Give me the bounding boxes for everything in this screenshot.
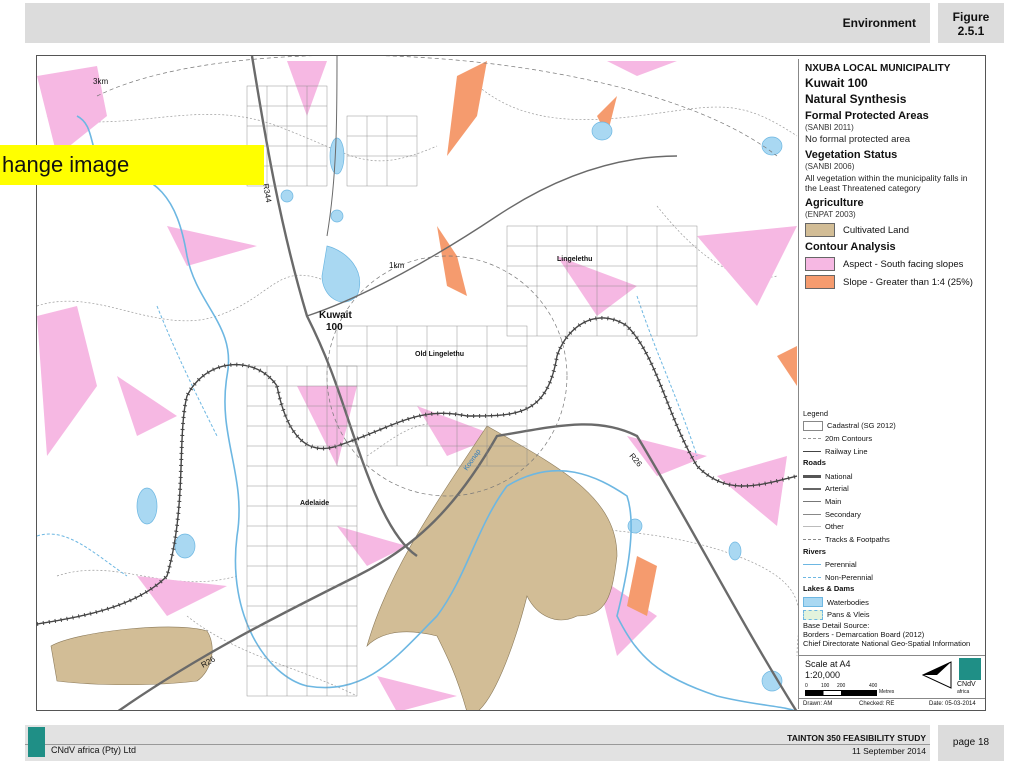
map-date: Date: 05-03-2014 — [929, 701, 976, 707]
figure-number: 2.5.1 — [957, 24, 985, 38]
base-source-line1: Borders - Demarcation Board (2012) — [803, 630, 925, 640]
cadastral-symbol — [803, 420, 823, 431]
legend: Legend Cadastral (SG 2012) 20m Contours … — [803, 407, 983, 648]
formal-protected-source: (SANBI 2011) — [805, 123, 854, 132]
cultivated-land — [50, 425, 618, 710]
cultivated-swatch — [805, 223, 835, 237]
scale-bar — [805, 690, 877, 696]
slope-label: Slope - Greater than 1:4 (25%) — [843, 276, 973, 288]
lakes-heading: Lakes & Dams — [803, 584, 855, 594]
figure-number-box: Figure 2.5.1 — [938, 3, 1004, 43]
footer-divider — [25, 744, 930, 745]
north-arrow-icon — [921, 661, 952, 689]
scale-tick-0: 0 — [805, 683, 808, 689]
footer-date: 11 September 2014 — [851, 746, 926, 756]
header-title: Environment — [842, 16, 916, 30]
legend-aspect: Aspect - South facing slopes — [805, 257, 979, 271]
formal-protected-text: No formal protected area — [805, 134, 911, 145]
scale-tick-200: 200 — [837, 683, 846, 689]
perennial-symbol — [803, 563, 821, 565]
tracks-symbol — [803, 538, 821, 540]
figure-label: Figure — [952, 10, 990, 24]
rivers-heading: Rivers — [803, 546, 826, 556]
map-title: Natural Synthesis — [805, 92, 907, 106]
label-adelaide: Adelaide — [300, 500, 329, 507]
label-kuwait: Kuwait — [319, 310, 352, 321]
scale-heading: Scale at A4 — [805, 659, 851, 669]
arterial-label: Arterial — [825, 484, 849, 494]
legend-title: Legend — [803, 408, 829, 418]
nonperennial-label: Non-Perennial — [825, 572, 873, 582]
agriculture-source: (ENPAT 2003) — [805, 210, 856, 219]
vegetation-heading: Vegetation Status — [805, 149, 898, 161]
cndv-footer-logo-icon — [28, 727, 45, 757]
secondary-label: Secondary — [825, 509, 861, 519]
cultivated-label: Cultivated Land — [843, 224, 910, 236]
scale-tick-100: 100 — [821, 683, 830, 689]
arterial-road-symbol — [803, 487, 821, 490]
change-image-overlay[interactable]: hange image — [0, 145, 264, 185]
main-label: Main — [825, 496, 842, 506]
railway-symbol — [803, 450, 821, 452]
label-kuwait-100: 100 — [326, 322, 343, 333]
waterbodies-label: Waterbodies — [827, 597, 869, 607]
national-label: National — [825, 471, 853, 481]
waterbody-symbol — [803, 597, 823, 608]
roads-heading: Roads — [803, 458, 826, 468]
vegetation-text: All vegetation within the municipality f… — [805, 173, 968, 193]
slope-swatch — [805, 275, 835, 289]
footer-bar — [25, 725, 930, 761]
checked-by: Checked: RE — [859, 701, 895, 707]
main-road-symbol — [803, 500, 821, 502]
map-info-panel: NXUBA LOCAL MUNICIPALITY Kuwait 100 Natu… — [798, 59, 985, 709]
drawn-by: Drawn: AM — [803, 701, 833, 707]
scale-ratio: 1:20,000 — [805, 670, 841, 680]
label-old-lingelethu: Old Lingelethu — [415, 351, 464, 358]
area-name: Kuwait 100 — [805, 76, 868, 90]
agriculture-heading: Agriculture — [805, 197, 864, 209]
footer-page-number: page 18 — [938, 725, 1004, 761]
cndv-logo-sub: africa — [957, 689, 970, 695]
municipality-name: NXUBA LOCAL MUNICIPALITY — [805, 63, 951, 74]
label-3km: 3km — [93, 77, 108, 86]
contour-heading: Contour Analysis — [805, 241, 896, 253]
scale-unit: Metres — [879, 689, 895, 695]
cadastral-label: Cadastral (SG 2012) — [827, 421, 896, 431]
cndv-logo-icon — [959, 658, 981, 680]
formal-protected-heading: Formal Protected Areas — [805, 110, 929, 122]
perennial-label: Perennial — [825, 559, 857, 569]
railway-label: Railway Line — [825, 446, 868, 456]
base-source-heading: Base Detail Source: — [803, 621, 870, 631]
secondary-road-symbol — [803, 513, 821, 515]
pans-label: Pans & Vleis — [827, 610, 870, 620]
vegetation-source: (SANBI 2006) — [805, 162, 855, 171]
national-road-symbol — [803, 474, 821, 478]
base-source-line2: Chief Directorate National Geo-Spatial I… — [803, 639, 971, 649]
other-road-symbol — [803, 526, 821, 528]
label-1km: 1km — [389, 261, 404, 270]
contours-label: 20m Contours — [825, 433, 873, 443]
header-bar: Environment — [25, 3, 930, 43]
aspect-label: Aspect - South facing slopes — [843, 258, 964, 270]
scale-tick-400: 400 — [869, 683, 878, 689]
label-lingelethu: Lingelethu — [557, 256, 592, 263]
cndv-logo-text: CNdV — [957, 681, 976, 688]
legend-cultivated: Cultivated Land — [805, 223, 979, 237]
scale-box: Scale at A4 1:20,000 0 100 200 400 Metre… — [799, 655, 985, 710]
aspect-swatch — [805, 257, 835, 271]
other-label: Other — [825, 522, 844, 532]
pans-symbol — [803, 609, 823, 620]
legend-slope: Slope - Greater than 1:4 (25%) — [805, 275, 979, 289]
footer-study-title: TAINTON 350 FEASIBILITY STUDY — [787, 733, 926, 743]
nonperennial-symbol — [803, 576, 821, 578]
tracks-label: Tracks & Footpaths — [825, 534, 890, 544]
contour-symbol — [803, 437, 821, 439]
footer-company: CNdV africa (Pty) Ltd — [51, 745, 137, 755]
